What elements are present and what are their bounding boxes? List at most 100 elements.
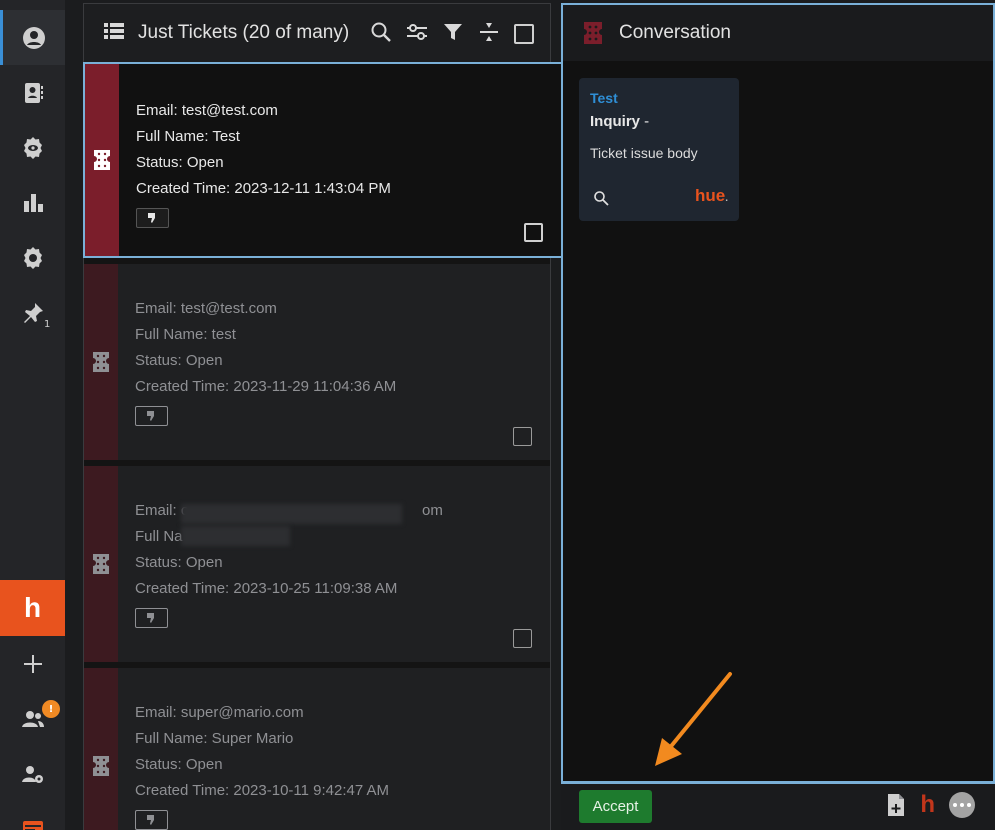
- ticket-details: Email: test@test.com Full Name: test Sta…: [118, 264, 550, 460]
- ticket-created: Created Time: 2023-10-11 9:42:47 AM: [135, 782, 390, 799]
- ticket-icon: [93, 554, 109, 574]
- ticket-icon: [94, 150, 110, 170]
- search-icon[interactable]: [370, 21, 392, 47]
- filter-icon[interactable]: [442, 21, 464, 47]
- accept-button[interactable]: Accept: [579, 790, 652, 823]
- ticket-name: Full Name: Super Mario: [135, 730, 294, 747]
- ticket-name: Full Name: Test: [136, 128, 240, 145]
- ticket-checkbox[interactable]: [513, 629, 532, 648]
- collapse-icon[interactable]: [478, 21, 500, 47]
- message-sender: Test: [590, 90, 618, 106]
- message-subject: Inquiry -: [590, 113, 728, 130]
- tickets-header: Just Tickets (20 of many): [84, 4, 550, 62]
- ticket-card[interactable]: Email: c om Full Na Status: Open Created…: [84, 466, 550, 662]
- redaction-blur: [181, 526, 290, 546]
- ticket-details: Email: super@mario.com Full Name: Super …: [118, 668, 550, 830]
- conversation-header: Conversation: [563, 5, 993, 61]
- nav-contacts[interactable]: [0, 65, 65, 120]
- ticket-card[interactable]: Email: test@test.com Full Name: test Sta…: [84, 264, 550, 460]
- ticket-icon: [93, 756, 109, 776]
- ticket-tag-button[interactable]: [136, 208, 169, 228]
- redaction-blur: [181, 504, 402, 524]
- pinned-count: 1: [44, 319, 51, 330]
- ticket-name: Full Name: test: [135, 326, 236, 343]
- ticket-stripe: [84, 264, 118, 460]
- ticket-icon: [93, 352, 109, 372]
- thumbs-down-icon: [147, 815, 154, 825]
- nav-settings[interactable]: [0, 230, 65, 285]
- ticket-stripe: [84, 466, 118, 662]
- brand-logo-dot: .: [725, 193, 728, 204]
- nav-reports[interactable]: [0, 175, 65, 230]
- bar-chart-icon: [23, 193, 43, 212]
- ticket-created: Created Time: 2023-12-11 1:43:04 PM: [136, 180, 391, 197]
- contacts-book-icon: [24, 82, 43, 103]
- thumbs-down-icon: [147, 613, 154, 623]
- message-body: Ticket issue body: [590, 145, 698, 161]
- ticket-tag-button[interactable]: [135, 608, 168, 628]
- nav-user-settings[interactable]: [0, 746, 65, 801]
- message-card[interactable]: Test Inquiry - Ticket issue body hue.: [579, 78, 739, 221]
- team-notification-badge: !: [42, 700, 60, 718]
- ticket-stripe: [84, 668, 118, 830]
- gear-eye-icon: [23, 136, 42, 159]
- app: 1 h ! Just Tickets (20 of many) Email: t…: [0, 0, 995, 830]
- nav-profile[interactable]: [0, 10, 65, 65]
- nav-add[interactable]: [0, 636, 65, 691]
- nav-monitor[interactable]: [0, 120, 65, 175]
- list-icon: [104, 21, 124, 45]
- conversation-footer: Accept h: [561, 783, 995, 830]
- gear-icon: [23, 246, 42, 269]
- pin-icon: [23, 302, 43, 323]
- user-gear-icon: [21, 765, 43, 783]
- ticket-email: Email: super@mario.com: [135, 704, 304, 721]
- ticket-created: Created Time: 2023-10-25 11:09:38 AM: [135, 580, 398, 597]
- ticket-stripe: [85, 64, 119, 256]
- ticket-icon: [584, 22, 602, 44]
- brand-app-button[interactable]: h: [0, 580, 65, 636]
- left-nav-rail: 1 h !: [0, 0, 65, 830]
- thumbs-down-icon: [148, 213, 155, 223]
- add-file-icon[interactable]: [886, 793, 906, 817]
- sliders-icon[interactable]: [406, 21, 428, 47]
- thumbs-down-icon: [147, 411, 154, 421]
- ticket-details: Email: test@test.com Full Name: Test Sta…: [119, 64, 561, 256]
- ticket-created: Created Time: 2023-11-29 11:04:36 AM: [135, 378, 397, 395]
- brand-logo-text: hue: [694, 186, 726, 205]
- brand-logo: hue.: [695, 186, 728, 206]
- message-subject-rest: -: [640, 113, 650, 130]
- tickets-title: Just Tickets (20 of many): [138, 22, 350, 43]
- tickets-panel: Just Tickets (20 of many) Email: test@te…: [83, 3, 563, 830]
- ticket-status: Status: Open: [135, 554, 223, 571]
- plus-icon: [23, 654, 42, 673]
- ticket-card[interactable]: Email: test@test.com Full Name: Test Sta…: [83, 62, 563, 258]
- users-icon: [21, 710, 44, 727]
- form-edit-icon: [22, 820, 43, 830]
- ticket-email: Email: test@test.com: [136, 102, 278, 119]
- ticket-checkbox[interactable]: [513, 427, 532, 446]
- ticket-status: Status: Open: [135, 756, 223, 773]
- ticket-card[interactable]: Email: super@mario.com Full Name: Super …: [84, 668, 550, 830]
- conversation-panel: Conversation Test Inquiry - Ticket issue…: [561, 3, 995, 783]
- conversation-title: Conversation: [619, 22, 731, 43]
- ticket-details: Email: c om Full Na Status: Open Created…: [118, 466, 550, 662]
- nav-forms[interactable]: [0, 801, 65, 830]
- user-circle-icon: [23, 26, 45, 49]
- nav-team[interactable]: [0, 691, 65, 746]
- ticket-tag-button[interactable]: [135, 406, 168, 426]
- ticket-email-tail: om: [422, 502, 443, 519]
- footer-actions: h: [886, 792, 975, 818]
- ticket-tag-button[interactable]: [135, 810, 168, 830]
- brand-h-button[interactable]: h: [920, 792, 935, 818]
- ticket-status: Status: Open: [136, 154, 224, 171]
- tickets-toolbar: [370, 21, 534, 47]
- annotation-arrow: [655, 672, 732, 766]
- ticket-status: Status: Open: [135, 352, 223, 369]
- ticket-checkbox[interactable]: [524, 223, 543, 242]
- message-subject-bold: Inquiry: [590, 113, 641, 130]
- select-all-checkbox[interactable]: [514, 24, 534, 44]
- ticket-email: Email: test@test.com: [135, 300, 277, 317]
- nav-pinned[interactable]: 1: [0, 285, 65, 340]
- search-icon[interactable]: [593, 190, 609, 206]
- more-options-icon[interactable]: [949, 792, 975, 818]
